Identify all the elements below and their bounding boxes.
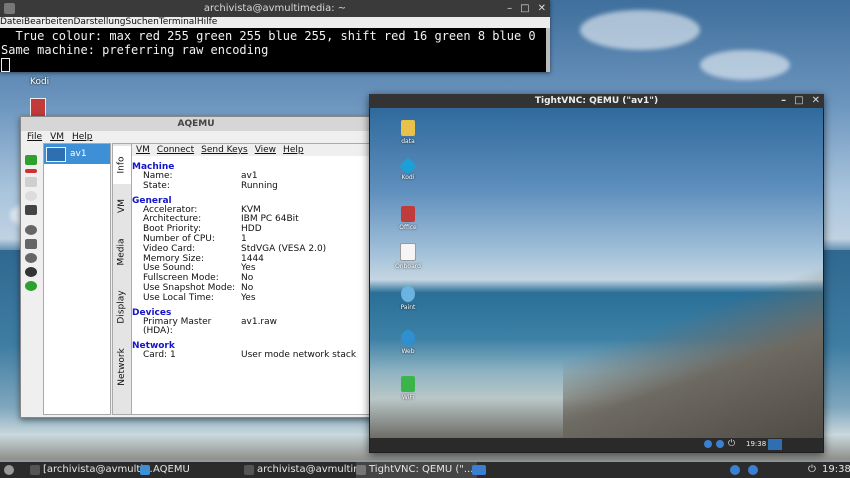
menu-help[interactable]: Help <box>72 131 93 143</box>
close-icon[interactable]: ✕ <box>538 0 546 17</box>
vnc-desktop-icon-wifi[interactable]: WiFi <box>393 376 423 401</box>
panel-menu-help[interactable]: Help <box>283 144 304 156</box>
remove-vm-icon[interactable] <box>25 169 37 173</box>
paint-icon <box>401 286 415 302</box>
kodi-icon <box>399 157 417 175</box>
taskbar-item-tightvnc[interactable]: TightVNC: QEMU ("... <box>356 462 478 478</box>
minimize-icon[interactable]: – <box>507 0 512 17</box>
tab-display[interactable]: Display <box>113 278 131 336</box>
console-icon[interactable] <box>25 205 37 215</box>
panel-menu-vm[interactable]: VM <box>136 144 150 156</box>
aqemu-tabbar: Info VM Media Display Network <box>112 143 132 415</box>
workspace-indicator[interactable] <box>768 439 782 450</box>
vnc-remote-taskbar: ⏻ 19:38 <box>370 438 823 452</box>
play-icon[interactable] <box>25 225 37 235</box>
panel-menu-connect[interactable]: Connect <box>157 144 194 156</box>
cloud <box>580 10 700 50</box>
tab-vm[interactable]: VM <box>113 186 131 226</box>
taskbar-item-terminal[interactable]: [archivista@avmulti... <box>30 462 153 478</box>
vnc-desktop-icon-kodi[interactable]: Kodi <box>393 157 423 181</box>
panel-menu-send-keys[interactable]: Send Keys <box>201 144 248 156</box>
terminal-icon <box>30 465 40 475</box>
vm-list-item[interactable]: av1 <box>44 144 110 164</box>
panel-menu-view[interactable]: View <box>255 144 276 156</box>
copy-vm-icon[interactable] <box>25 177 37 187</box>
monitor-icon <box>46 146 66 162</box>
info-details: Machine Name: av1 State: Running General A… <box>132 156 370 361</box>
office-icon <box>401 206 415 222</box>
stop-icon[interactable] <box>25 267 37 277</box>
menu-file[interactable]: File <box>27 131 42 143</box>
tab-media[interactable]: Media <box>113 228 131 276</box>
tab-info[interactable]: Info <box>113 146 131 184</box>
terminal-icon <box>244 465 254 475</box>
pause-icon[interactable] <box>25 253 37 263</box>
info-row: Primary Master (HDA): av1.raw <box>143 316 278 337</box>
settings-icon[interactable] <box>25 191 37 201</box>
beach <box>563 268 823 438</box>
vnc-clock: 19:38 <box>746 440 767 448</box>
terminal-window[interactable]: archivista@avmultimedia: ~ – □ ✕ DateiBe… <box>0 0 550 72</box>
terminal-line: True colour: max red 255 green 255 blue … <box>1 29 536 43</box>
add-vm-icon[interactable] <box>25 155 37 165</box>
info-row: Card: 1 User mode network stack <box>143 350 357 361</box>
aqemu-icon <box>140 465 150 475</box>
minimize-icon[interactable]: – <box>781 94 786 108</box>
wifi-icon <box>401 376 415 392</box>
vnc-desktop-icon-office[interactable]: Office <box>393 206 423 231</box>
volume-icon[interactable] <box>748 462 758 478</box>
network-icon[interactable] <box>704 440 712 448</box>
office-icon[interactable] <box>30 98 46 117</box>
save-icon[interactable] <box>25 239 37 249</box>
maximize-icon[interactable]: □ <box>794 94 803 108</box>
terminal-icon <box>4 3 15 14</box>
terminal-titlebar[interactable]: archivista@avmultimedia: ~ – □ ✕ <box>0 0 550 17</box>
terminal-menubar[interactable]: DateiBearbeitenDarstellungSuchenTerminal… <box>0 17 550 28</box>
show-desktop-icon[interactable] <box>472 462 486 478</box>
vnc-desktop-icon-data[interactable]: data <box>393 120 423 145</box>
vnc-desktop-icon-paint[interactable]: Paint <box>393 286 423 311</box>
reset-icon[interactable] <box>25 281 37 291</box>
taskbar-item-aqemu[interactable]: AQEMU <box>140 462 190 478</box>
aqemu-toolbar <box>23 151 41 413</box>
terminal-line: Same machine: preferring raw encoding <box>1 43 269 57</box>
close-icon[interactable]: ✕ <box>812 94 820 108</box>
vnc-title: TightVNC: QEMU ("av1") <box>534 96 659 106</box>
volume-icon[interactable] <box>716 440 724 448</box>
folder-icon <box>401 120 415 136</box>
vnc-titlebar[interactable]: TightVNC: QEMU ("av1") – □ ✕ <box>369 94 824 108</box>
info-panel-menubar: VM Connect Send Keys View Help <box>132 144 370 156</box>
keyboard-icon <box>400 243 416 261</box>
taskbar-clock: 19:38 <box>822 464 850 475</box>
vm-list-item-label: av1 <box>70 149 87 159</box>
terminal-title: archivista@avmultimedia: ~ <box>203 3 347 14</box>
aqemu-menubar: File VM Help <box>21 131 371 143</box>
maximize-icon[interactable]: □ <box>520 0 529 17</box>
terminal-output[interactable]: True colour: max red 255 green 255 blue … <box>0 28 550 72</box>
aqemu-titlebar[interactable]: AQEMU <box>21 117 371 131</box>
info-panel: VM Connect Send Keys View Help Machine N… <box>131 143 371 415</box>
network-icon[interactable] <box>730 462 740 478</box>
aqemu-window[interactable]: AQEMU File VM Help av1 Info VM Media Dis… <box>20 116 372 418</box>
power-icon[interactable]: ⏻ <box>728 439 735 449</box>
terminal-scrollbar[interactable] <box>546 28 550 72</box>
vnc-desktop-icon-web[interactable]: Web <box>393 330 423 355</box>
menu-vm[interactable]: VM <box>50 131 64 143</box>
cloud <box>700 50 790 80</box>
tightvnc-window[interactable]: TightVNC: QEMU ("av1") – □ ✕ data Kodi O… <box>369 94 824 453</box>
tab-network[interactable]: Network <box>113 338 131 396</box>
desktop-kodi-label[interactable]: Kodi <box>30 77 49 87</box>
terminal-cursor <box>1 57 10 72</box>
info-row: State: Running <box>143 180 278 191</box>
taskbar-item-terminal-2[interactable]: archivista@avmultim... <box>244 462 372 478</box>
vnc-desktop-icon-onboard[interactable]: Onboard <box>393 243 423 270</box>
vnc-remote-screen[interactable]: data Kodi Office Onboard Paint Web WiFi <box>370 108 823 438</box>
info-row: Use Local Time: Yes <box>143 292 256 303</box>
vm-list[interactable]: av1 <box>43 143 111 415</box>
globe-icon <box>401 330 415 346</box>
start-menu-icon[interactable] <box>4 462 14 478</box>
taskbar: [archivista@avmulti... AQEMU archivista@… <box>0 462 850 478</box>
power-icon[interactable]: ⏻ <box>808 462 816 478</box>
vnc-icon <box>356 465 366 475</box>
